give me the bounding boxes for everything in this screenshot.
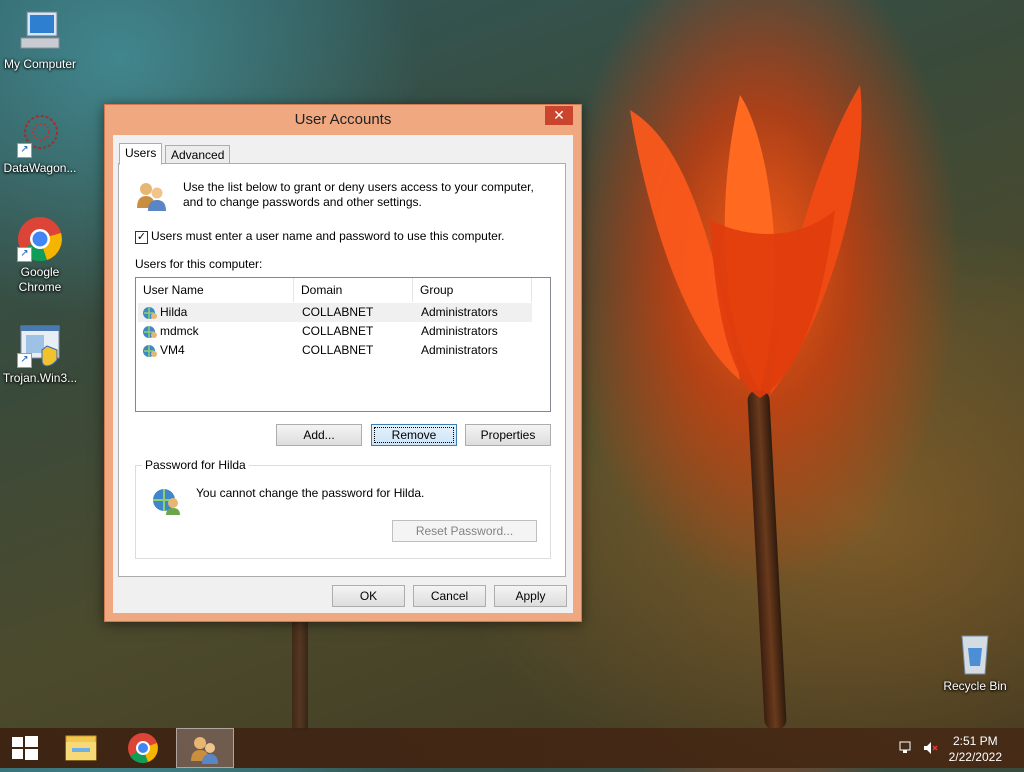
- taskbar-user-accounts[interactable]: [176, 728, 234, 768]
- close-icon: ✕: [553, 107, 565, 123]
- cell-domain: COLLABNET: [302, 343, 374, 357]
- wallpaper-stem-blur: [292, 618, 308, 730]
- desktop-icon-label: Google Chrome: [18, 265, 62, 294]
- column-header-user-name[interactable]: User Name: [136, 278, 294, 302]
- tab-advanced[interactable]: Advanced: [165, 145, 231, 165]
- cell-group: Administrators: [421, 305, 498, 319]
- table-row[interactable]: mdmck COLLABNET Administrators: [138, 322, 532, 341]
- password-user-icon: [150, 484, 182, 516]
- window-title: User Accounts: [294, 111, 392, 128]
- close-button[interactable]: ✕: [545, 106, 573, 125]
- user-globe-icon: [142, 305, 158, 321]
- user-accounts-window: User Accounts ✕ Users Advanced Use the l…: [104, 104, 582, 622]
- computer-icon: [17, 8, 63, 54]
- clock-date: 2/22/2022: [948, 750, 1002, 764]
- desktop-icon-google-chrome[interactable]: ↗ Google Chrome: [0, 216, 80, 295]
- users-icon: [191, 737, 218, 764]
- cell-group: Administrators: [421, 324, 498, 338]
- remove-user-button[interactable]: Remove: [371, 424, 457, 446]
- column-header-group[interactable]: Group: [413, 278, 532, 302]
- cell-group: Administrators: [421, 343, 498, 357]
- table-row[interactable]: Hilda COLLABNET Administrators: [138, 303, 532, 322]
- column-header-domain[interactable]: Domain: [294, 278, 413, 302]
- desktop-icon-my-computer[interactable]: My Computer: [0, 8, 80, 72]
- desktop-icon-label: My Computer: [3, 57, 77, 71]
- users-list-caption: Users for this computer:: [135, 257, 263, 271]
- users-icon: [135, 180, 167, 212]
- taskbar-chrome[interactable]: [115, 728, 171, 768]
- cell-user-name: Hilda: [160, 305, 188, 319]
- cell-user-name: mdmck: [160, 324, 199, 338]
- start-button[interactable]: [0, 728, 56, 768]
- windows-logo-icon: [12, 736, 38, 760]
- window-client-area: Users Advanced Use the list below to gra…: [113, 135, 573, 613]
- desktop-icon-trojan[interactable]: ↗ Trojan.Win3...: [0, 322, 80, 386]
- intro-text: Use the list below to grant or deny user…: [183, 180, 534, 209]
- volume-muted-icon[interactable]: [922, 740, 938, 756]
- shortcut-arrow-icon: ↗: [17, 143, 32, 158]
- user-globe-icon: [142, 343, 158, 359]
- wallpaper-tulip-stem: [747, 389, 787, 731]
- taskbar: 2:51 PM 2/22/2022: [0, 728, 1024, 768]
- desktop-icon-label: Trojan.Win3...: [2, 371, 78, 385]
- desktop-icon-recycle-bin[interactable]: Recycle Bin: [935, 630, 1015, 694]
- cancel-button[interactable]: Cancel: [413, 585, 486, 607]
- system-clock[interactable]: 2:51 PM 2/22/2022: [949, 733, 1002, 765]
- clock-time: 2:51 PM: [952, 734, 998, 748]
- desktop-icon-datawagon[interactable]: ↗ DataWagon...: [0, 112, 80, 176]
- datawagon-icon: ↗: [17, 112, 63, 158]
- network-icon[interactable]: [898, 740, 914, 756]
- cell-user-name: VM4: [160, 343, 185, 357]
- taskbar-file-explorer[interactable]: [52, 728, 108, 768]
- window-titlebar[interactable]: User Accounts ✕: [105, 105, 581, 133]
- ok-button[interactable]: OK: [332, 585, 405, 607]
- installer-icon: ↗: [17, 322, 63, 368]
- desktop-icon-label: Recycle Bin: [943, 679, 1007, 693]
- require-login-checkbox[interactable]: ✓: [135, 231, 148, 244]
- password-group-title: Password for Hilda: [142, 458, 249, 472]
- table-row[interactable]: VM4 COLLABNET Administrators: [138, 341, 532, 360]
- shortcut-arrow-icon: ↗: [17, 247, 32, 262]
- properties-button[interactable]: Properties: [465, 424, 551, 446]
- user-globe-icon: [142, 324, 158, 340]
- password-groupbox: Password for Hilda You cannot change the…: [135, 458, 551, 559]
- password-message: You cannot change the password for Hilda…: [196, 486, 425, 500]
- chrome-icon: [128, 733, 158, 763]
- tab-users[interactable]: Users: [119, 143, 163, 165]
- apply-button[interactable]: Apply: [494, 585, 567, 607]
- reset-password-button[interactable]: Reset Password...: [392, 520, 537, 542]
- cell-domain: COLLABNET: [302, 305, 374, 319]
- users-listview[interactable]: User Name Domain Group Hilda COLLABNET A…: [135, 277, 551, 412]
- wallpaper-tulip: [630, 85, 862, 398]
- recycle-bin-icon: [952, 630, 998, 676]
- require-login-label[interactable]: Users must enter a user name and passwor…: [151, 229, 505, 243]
- users-tab-panel: Use the list below to grant or deny user…: [118, 163, 566, 577]
- shortcut-arrow-icon: ↗: [17, 353, 32, 368]
- desktop-icon-label: DataWagon...: [3, 161, 77, 175]
- chrome-icon: ↗: [17, 216, 63, 262]
- cell-domain: COLLABNET: [302, 324, 374, 338]
- listview-header: User Name Domain Group: [136, 278, 550, 302]
- folder-icon: [65, 735, 97, 761]
- add-user-button[interactable]: Add...: [276, 424, 362, 446]
